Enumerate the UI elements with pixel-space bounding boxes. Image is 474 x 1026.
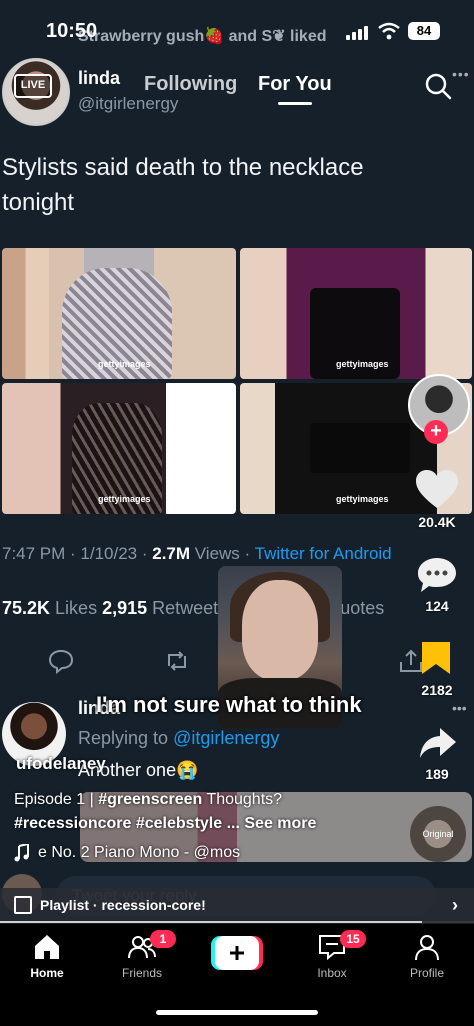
- replying-to: Replying to @itgirlenergy: [78, 728, 280, 748]
- video-description[interactable]: Episode 1 | #greenscreen Thoughts? #rece…: [14, 788, 404, 836]
- photo-credit: gettyimages: [336, 359, 389, 369]
- inbox-badge: 15: [340, 930, 366, 948]
- tab-for-you[interactable]: For You: [258, 73, 332, 96]
- follow-button[interactable]: +: [424, 420, 448, 444]
- share-count: 189: [425, 766, 449, 782]
- music-disc[interactable]: Original: [410, 806, 466, 862]
- search-icon[interactable]: [424, 72, 452, 100]
- live-badge[interactable]: LIVE: [14, 74, 52, 98]
- friends-badge: 1: [150, 930, 176, 948]
- tweet-photo[interactable]: gettyimages: [240, 248, 472, 379]
- photo-credit: gettyimages: [98, 359, 151, 369]
- video-caption: I'm not sure what to think: [96, 692, 362, 717]
- comment-count: 124: [425, 598, 449, 614]
- create-button[interactable]: [211, 936, 263, 970]
- active-tab-indicator: [278, 102, 312, 105]
- like-count: 20.4K: [418, 514, 456, 530]
- bookmark-icon[interactable]: [420, 640, 452, 676]
- nav-friends[interactable]: Friends 1: [102, 930, 182, 980]
- photo-credit: gettyimages: [336, 494, 389, 504]
- share-icon[interactable]: [418, 726, 458, 760]
- playlist-icon: [14, 896, 32, 914]
- playlist-label: Playlist · recession-core!: [40, 897, 206, 913]
- retweet-icon[interactable]: [164, 648, 190, 674]
- reply-icon[interactable]: [48, 648, 74, 674]
- tweet-source-link[interactable]: Twitter for Android: [255, 544, 392, 563]
- signal-icon: [346, 24, 370, 40]
- like-icon[interactable]: [414, 468, 460, 510]
- wifi-icon: [378, 22, 400, 40]
- comment-icon[interactable]: [416, 556, 458, 594]
- photo-credit: gettyimages: [98, 494, 151, 504]
- replying-to-handle[interactable]: @itgirlenergy: [173, 728, 279, 748]
- nav-inbox[interactable]: Inbox 15: [292, 930, 372, 980]
- notification-text: Strawberry gush🍓 and S❦ liked: [78, 28, 327, 45]
- tweet-photo-grid[interactable]: gettyimages gettyimages gettyimages gett…: [2, 248, 474, 516]
- nav-profile[interactable]: Profile: [387, 932, 467, 980]
- home-icon: [35, 935, 59, 959]
- see-more-link[interactable]: ... See more: [222, 815, 317, 832]
- status-time: 10:50: [46, 20, 98, 42]
- tweet-text: Stylists said death to the necklace toni…: [2, 154, 364, 216]
- tab-following[interactable]: Following: [144, 73, 237, 96]
- music-ticker[interactable]: e No. 2 Piano Mono - @mos: [14, 844, 240, 862]
- home-indicator[interactable]: [156, 1010, 318, 1015]
- playlist-bar[interactable]: Playlist · recession-core! ›: [0, 888, 474, 922]
- creator-username[interactable]: ufodelaney: [16, 754, 106, 774]
- save-count: 2182: [421, 682, 453, 698]
- battery-indicator: 84: [408, 22, 440, 40]
- video-progress-fill: [0, 921, 422, 923]
- author-name: linda: [78, 68, 121, 88]
- chevron-right-icon: ›: [452, 894, 458, 915]
- more-icon[interactable]: •••: [452, 700, 467, 716]
- more-icon[interactable]: •••: [452, 66, 470, 82]
- tweet-photo[interactable]: gettyimages: [2, 248, 236, 379]
- profile-icon: [415, 935, 439, 961]
- nav-home[interactable]: Home: [7, 932, 87, 980]
- tweet-meta: 7:47 PM · 1/10/23 · 2.7M Views · Twitter…: [2, 544, 392, 563]
- author-handle: @itgirlenergy: [78, 94, 179, 113]
- music-note-icon: [14, 844, 29, 862]
- tweet-photo[interactable]: gettyimages: [2, 383, 236, 514]
